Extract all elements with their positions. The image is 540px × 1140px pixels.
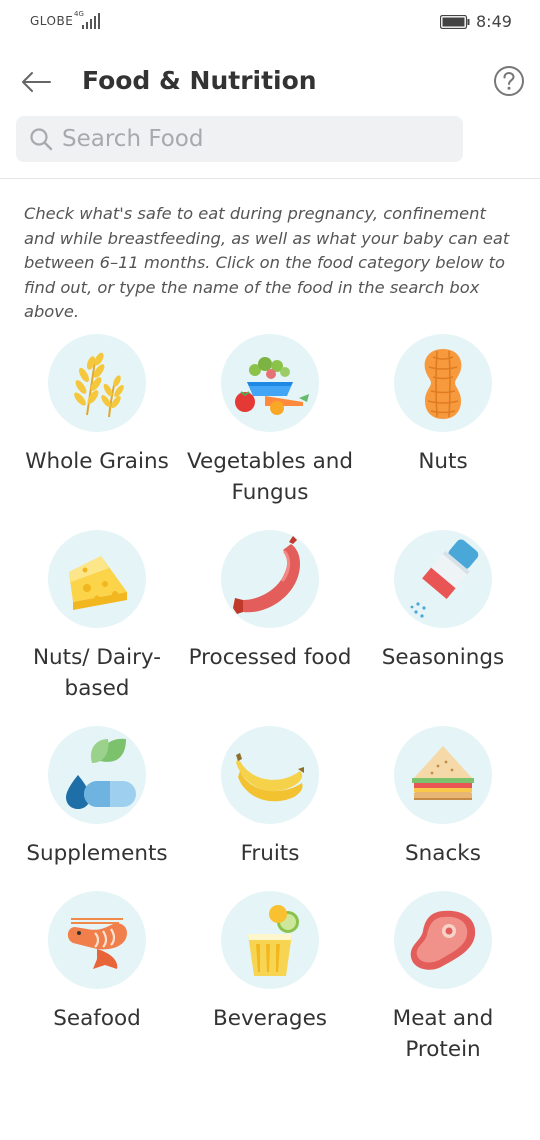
category-label: Processed food — [188, 645, 352, 670]
arrow-left-icon — [22, 72, 51, 92]
category-icon-circle — [48, 726, 146, 824]
salt-shaker-icon — [410, 539, 479, 618]
category-processed-food[interactable]: Processed food — [180, 530, 360, 673]
wheat-icon — [74, 352, 124, 418]
vegetables-icon — [235, 357, 309, 415]
sausage-icon — [233, 536, 300, 614]
category-beverages[interactable]: Beverages — [180, 891, 360, 1034]
category-label: Beverages — [212, 1006, 328, 1031]
status-bar: GLOBE 4G 8:49 — [0, 0, 540, 44]
category-icon-circle — [221, 726, 319, 824]
carrier-name: GLOBE — [30, 14, 74, 28]
search-box[interactable] — [16, 116, 463, 162]
app-header: Food & Nutrition — [0, 44, 540, 179]
category-icon-circle — [221, 530, 319, 628]
cheese-icon — [69, 556, 127, 610]
category-icon-circle — [48, 334, 146, 432]
category-label: Meat and Protein — [392, 1006, 494, 1062]
banana-icon — [236, 753, 304, 802]
category-icon-circle — [394, 726, 492, 824]
steak-icon — [410, 910, 476, 970]
category-supplements[interactable]: Supplements — [7, 726, 187, 869]
category-icon-circle — [221, 891, 319, 989]
beverage-icon — [248, 905, 299, 976]
category-label: Whole Grains — [25, 449, 169, 474]
back-button[interactable] — [18, 64, 54, 100]
category-seafood[interactable]: Seafood — [7, 891, 187, 1034]
category-snacks[interactable]: Snacks — [353, 726, 533, 869]
category-icon-circle — [394, 334, 492, 432]
intro-text: Check what's safe to eat during pregnanc… — [24, 204, 510, 321]
category-dairy-based[interactable]: Nuts/ Dairy-based — [7, 530, 187, 704]
shrimp-icon — [67, 918, 127, 969]
category-label: Nuts/ Dairy-based — [32, 645, 162, 701]
supplements-icon — [66, 738, 136, 809]
category-whole-grains[interactable]: Whole Grains — [7, 334, 187, 477]
sandwich-icon — [412, 746, 474, 800]
category-nuts[interactable]: Nuts — [353, 334, 533, 477]
category-label: Nuts — [418, 449, 468, 474]
category-icon-circle — [48, 891, 146, 989]
category-seasonings[interactable]: Seasonings — [353, 530, 533, 673]
signal-icon — [82, 13, 100, 29]
category-meat-and-protein[interactable]: Meat and Protein — [353, 891, 533, 1065]
battery-icon — [440, 15, 470, 29]
category-icon-circle — [48, 530, 146, 628]
search-icon — [28, 126, 54, 152]
category-fruits[interactable]: Fruits — [180, 726, 360, 869]
clock: 8:49 — [476, 12, 512, 31]
peanut-icon — [424, 349, 462, 419]
question-circle-icon — [494, 66, 524, 96]
search-input[interactable] — [62, 126, 442, 152]
category-label: Supplements — [26, 841, 168, 866]
category-icon-circle — [394, 891, 492, 989]
category-vegetables-and-fungus[interactable]: Vegetables and Fungus — [180, 334, 360, 508]
category-icon-circle — [394, 530, 492, 628]
category-label: Seafood — [53, 1006, 141, 1031]
category-label: Seasonings — [381, 645, 505, 670]
page-title: Food & Nutrition — [82, 66, 317, 95]
category-icon-circle — [221, 334, 319, 432]
category-label: Snacks — [405, 841, 481, 866]
help-button[interactable] — [493, 65, 525, 97]
category-label: Fruits — [240, 841, 300, 866]
category-label: Vegetables and Fungus — [186, 449, 354, 505]
